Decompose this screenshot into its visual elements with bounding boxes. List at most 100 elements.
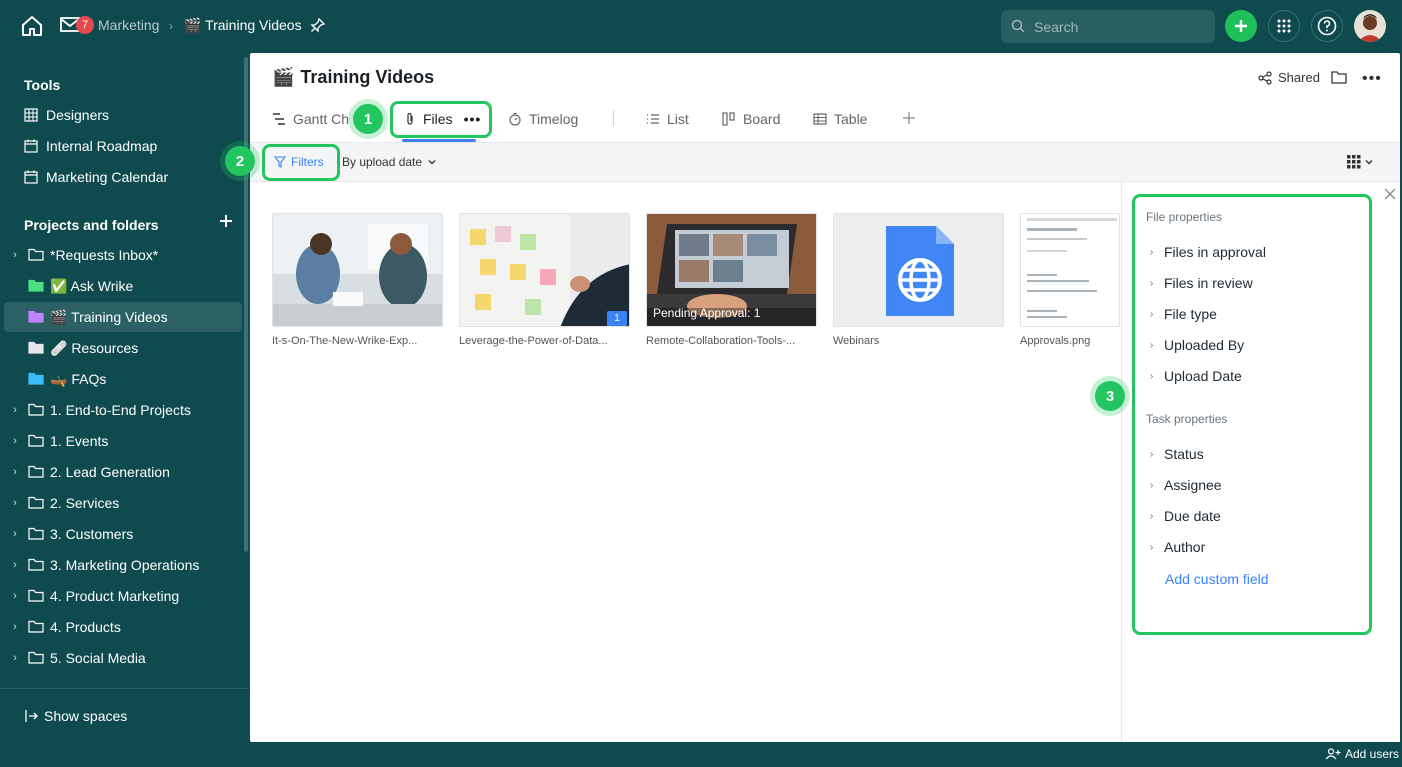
sidebar-project-item[interactable]: › 4. Products (4, 612, 242, 642)
chevron-right-icon[interactable]: › (8, 497, 22, 509)
sidebar-project-item[interactable]: › 5. Social Media (4, 643, 242, 673)
show-spaces-button[interactable]: Show spaces (24, 708, 127, 724)
sidebar-project-label: 5. Social Media (50, 650, 146, 666)
add-project-icon[interactable] (219, 214, 233, 228)
folder-icon (28, 465, 44, 479)
callout-highlight-filter-panel (1132, 194, 1372, 635)
sidebar-project-item[interactable]: › 2. Lead Generation (4, 457, 242, 487)
google-site-icon (834, 214, 1003, 326)
sidebar-project-item[interactable]: 🎬 Training Videos (4, 302, 242, 332)
sidebar-project-item[interactable]: ✅ Ask Wrike (4, 271, 242, 301)
breadcrumb-parent[interactable]: Marketing (98, 17, 159, 33)
sidebar-tool-label: Marketing Calendar (46, 169, 169, 185)
chevron-right-icon[interactable]: › (8, 621, 22, 633)
sidebar-project-item[interactable]: › 4. Product Marketing (4, 581, 242, 611)
tab-divider (613, 110, 614, 126)
folder-icon[interactable] (1331, 70, 1347, 84)
folder-icon (28, 496, 44, 510)
folder-icon (28, 248, 44, 262)
sidebar-project-label: 🩹 Resources (50, 339, 139, 356)
sidebar-project-label: 4. Product Marketing (50, 588, 180, 604)
chevron-right-icon[interactable]: › (8, 590, 22, 602)
pending-approval-overlay: Pending Approval: 1 (653, 306, 761, 320)
chevron-down-icon (428, 160, 436, 165)
sidebar-project-label: 3. Customers (50, 526, 134, 542)
folder-icon (28, 651, 44, 665)
chevron-right-icon[interactable]: › (8, 652, 22, 664)
grid-view-toggle[interactable] (1347, 155, 1374, 169)
tab-gantt[interactable]: Gantt Ch (272, 111, 349, 127)
sidebar-project-item[interactable]: 🛶 FAQs (4, 364, 242, 394)
sidebar-project-label: 4. Products (50, 619, 121, 635)
search-placeholder: Search (1034, 19, 1079, 35)
more-options-icon[interactable]: ••• (1362, 70, 1382, 88)
chevron-right-icon[interactable]: › (8, 528, 22, 540)
add-view-button[interactable] (902, 111, 916, 125)
tab-timelog[interactable]: Timelog (508, 111, 578, 127)
add-users-label: Add users (1345, 747, 1400, 761)
pin-icon[interactable] (310, 17, 326, 33)
sidebar-project-item[interactable]: › 1. Events (4, 426, 242, 456)
callout-highlight-filters (262, 144, 340, 181)
sidebar-project-item[interactable]: › 3. Marketing Operations (4, 550, 242, 580)
sidebar-tool-internal-roadmap[interactable]: Internal Roadmap (4, 131, 242, 161)
sidebar-tool-marketing-calendar[interactable]: Marketing Calendar (4, 162, 242, 192)
page-title-text: Training Videos (300, 67, 435, 87)
sidebar-project-item[interactable]: › *Requests Inbox* (4, 240, 242, 270)
user-avatar[interactable] (1354, 10, 1386, 42)
plus-icon (1235, 20, 1247, 32)
tab-label: Gantt Ch (293, 111, 350, 127)
apps-button[interactable] (1268, 10, 1300, 42)
sidebar-project-item[interactable]: › 2. Services (4, 488, 242, 518)
sidebar-project-label: 🎬 Training Videos (50, 308, 168, 325)
folder-icon (28, 527, 44, 541)
sort-dropdown[interactable]: By upload date (342, 155, 437, 169)
folder-icon (28, 589, 44, 603)
callout-highlight-files-tab (390, 101, 492, 138)
chevron-right-icon[interactable]: › (8, 466, 22, 478)
sidebar-project-label: 2. Services (50, 495, 120, 511)
tab-board[interactable]: Board (722, 111, 780, 127)
close-icon[interactable] (1384, 188, 1396, 200)
sidebar-project-item[interactable]: › 1. End-to-End Projects (4, 395, 242, 425)
home-icon[interactable] (20, 14, 44, 38)
tab-list[interactable]: List (646, 111, 689, 127)
file-card[interactable]: It-s-On-The-New-Wrike-Exp... (272, 213, 443, 347)
gantt-icon (273, 113, 285, 125)
chevron-right-icon[interactable]: › (8, 559, 22, 571)
file-card[interactable]: Approvals.png (1020, 213, 1120, 347)
sidebar-project-label: 3. Marketing Operations (50, 557, 200, 573)
arrow-right-icon (25, 710, 38, 722)
comment-count-badge[interactable]: 1 (607, 311, 627, 326)
grid-view-icon (1347, 155, 1361, 169)
file-thumbnail[interactable]: Pending Approval: 1 (646, 213, 817, 327)
search-icon (1011, 19, 1025, 33)
file-thumbnail[interactable]: 1 (459, 213, 630, 327)
file-thumbnail[interactable] (833, 213, 1004, 327)
breadcrumb-current[interactable]: 🎬 Training Videos (184, 17, 302, 34)
search-input[interactable]: Search (1001, 10, 1215, 43)
tools-heading: Tools (24, 77, 61, 93)
sidebar-tool-designers[interactable]: Designers (4, 100, 242, 130)
help-button[interactable] (1311, 10, 1343, 42)
chevron-right-icon[interactable]: › (8, 249, 22, 261)
tab-table[interactable]: Table (813, 111, 867, 127)
sidebar-scrollbar[interactable] (244, 57, 248, 552)
add-users-button[interactable]: Add users (1325, 747, 1399, 761)
shared-button[interactable]: Shared (1258, 70, 1320, 85)
sidebar-project-item[interactable]: 🩹 Resources (4, 333, 242, 363)
sidebar-project-label: ✅ Ask Wrike (50, 277, 134, 294)
file-thumbnail[interactable] (272, 213, 443, 327)
file-thumbnail[interactable] (1020, 213, 1120, 327)
file-card[interactable]: Webinars (833, 213, 1004, 347)
chevron-right-icon[interactable]: › (8, 404, 22, 416)
file-card[interactable]: 1 Leverage-the-Power-of-Data... (459, 213, 630, 347)
create-new-button[interactable] (1225, 10, 1257, 42)
page-title-emoji: 🎬 (272, 67, 295, 87)
chevron-right-icon[interactable]: › (8, 435, 22, 447)
file-card[interactable]: Pending Approval: 1 Remote-Collaboration… (646, 213, 817, 347)
sidebar-project-label: *Requests Inbox* (50, 247, 159, 263)
calendar-icon (24, 170, 40, 184)
file-name: It-s-On-The-New-Wrike-Exp... (272, 335, 418, 347)
sidebar-project-item[interactable]: › 3. Customers (4, 519, 242, 549)
